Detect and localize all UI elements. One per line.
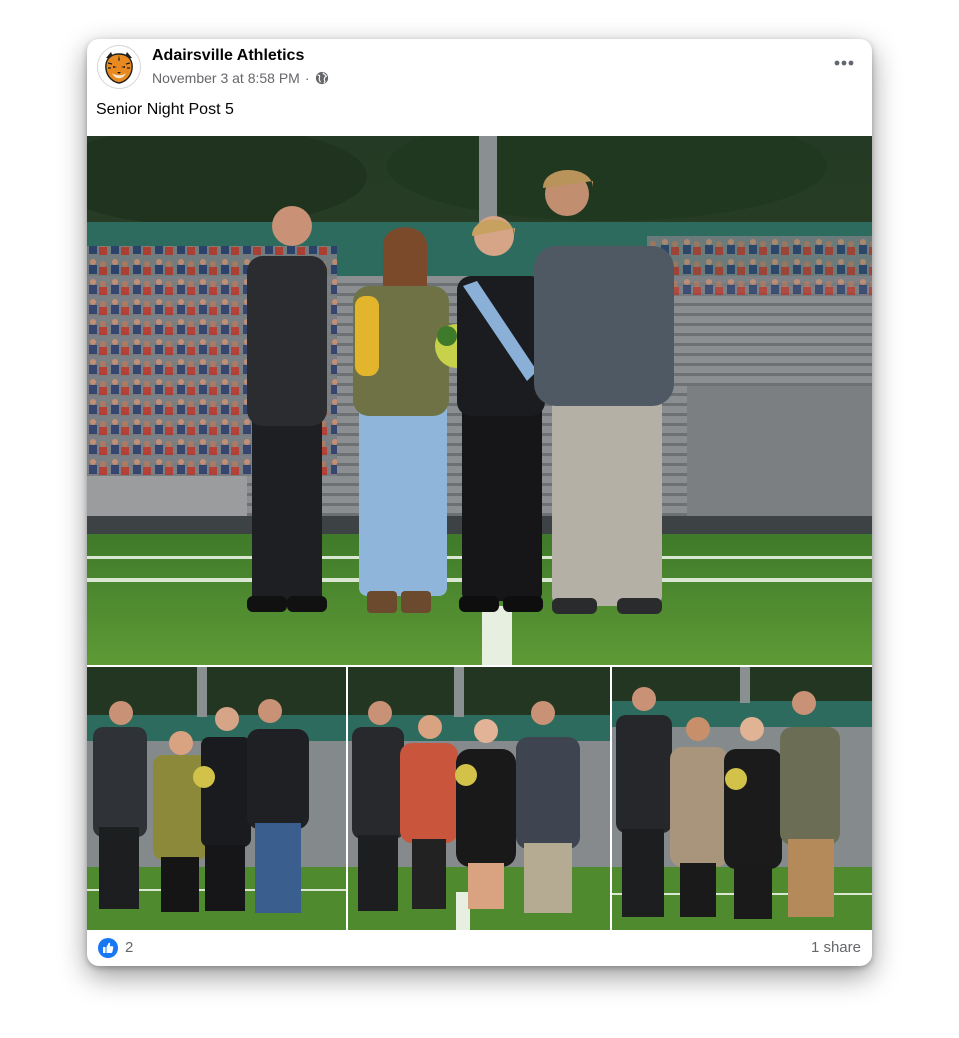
main-photo[interactable] [87,136,872,665]
tiger-logo [99,47,139,87]
like-reaction-badge[interactable] [98,938,118,958]
post-options-button[interactable] [830,49,858,77]
thumbnail-photo[interactable] [87,667,346,930]
meta-separator: · [304,70,310,86]
post-timestamp[interactable]: November 3 at 8:58 PM [152,70,300,86]
thumbnail-photo[interactable] [612,667,872,930]
globe-icon[interactable] [315,71,329,85]
page-name-link[interactable]: Adairsville Athletics [152,47,304,65]
post-text: Senior Night Post 5 [96,101,234,118]
post-footer: 2 1 share [87,931,872,966]
like-icon [103,942,114,953]
facebook-post-card: Adairsville Athletics November 3 at 8:58… [87,39,872,966]
reaction-count[interactable]: 2 [125,939,133,956]
share-count[interactable]: 1 share [811,939,861,956]
thumbnail-photo[interactable] [348,667,610,930]
more-horizontal-icon [834,60,854,66]
page-avatar[interactable] [97,45,141,89]
post-meta: November 3 at 8:58 PM · [152,70,329,86]
